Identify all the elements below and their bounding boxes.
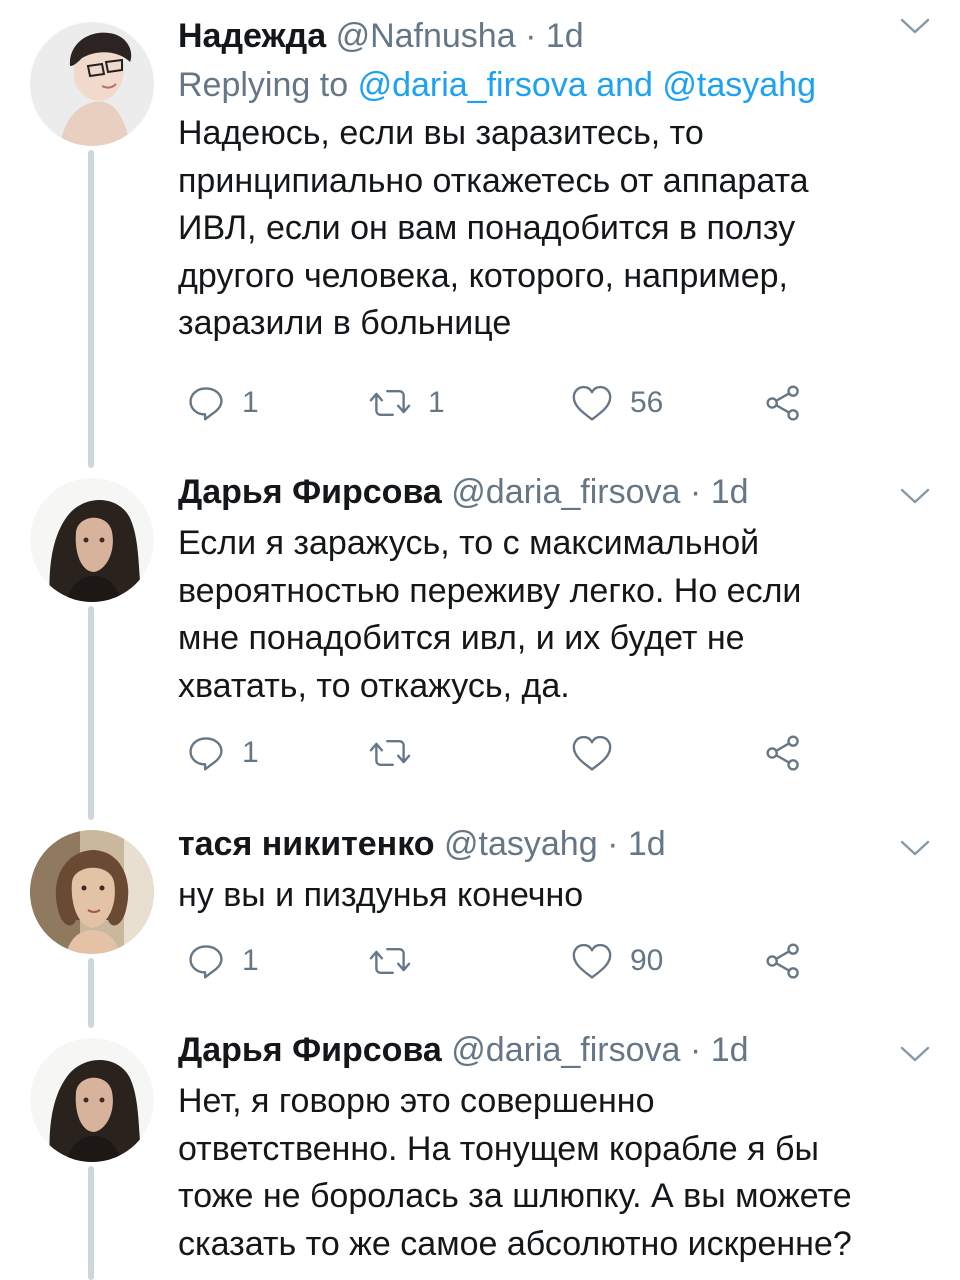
avatar-daria-firsova[interactable] <box>30 1038 154 1162</box>
share-icon <box>764 941 804 981</box>
heart-icon <box>570 383 614 423</box>
replying-and: and <box>596 66 653 104</box>
thread-line <box>88 958 94 1028</box>
separator-dot: · <box>689 1031 702 1069</box>
display-name[interactable]: Дарья Фирсова <box>178 473 442 511</box>
heart-icon <box>570 941 614 981</box>
like-count: 90 <box>630 944 664 977</box>
timestamp[interactable]: 1d <box>628 825 666 863</box>
retweet-button[interactable]: 1 <box>368 380 445 426</box>
tweet-text: Надеюсь, если вы заразитесь, то принципи… <box>178 114 809 342</box>
mention-link[interactable]: @tasyahg <box>662 66 816 104</box>
user-handle[interactable]: @daria_firsova <box>451 473 680 511</box>
heart-icon <box>570 733 614 773</box>
reply-button[interactable]: 1 <box>186 938 259 984</box>
retweet-button[interactable] <box>368 938 428 984</box>
tweet-text: ну вы и пиздунья конечно <box>178 876 584 914</box>
share-icon <box>764 383 804 423</box>
display-name[interactable]: тася никитенко <box>178 825 435 863</box>
reply-icon <box>186 941 226 981</box>
avatar-daria-firsova[interactable] <box>30 478 154 602</box>
reply-count: 1 <box>242 386 259 419</box>
thread-line <box>88 1166 94 1280</box>
reply-count: 1 <box>242 944 259 977</box>
reply-icon <box>186 733 226 773</box>
tweet-header: тася никитенко @tasyahg · 1d <box>178 818 938 870</box>
tweet-header: Дарья Фирсова @daria_firsova · 1d <box>178 466 938 518</box>
separator-dot: · <box>689 473 702 511</box>
tweet-text: Если я заражусь, то с максимальной вероя… <box>178 524 802 705</box>
like-button[interactable] <box>570 730 630 776</box>
timestamp[interactable]: 1d <box>711 1031 749 1069</box>
separator-dot: · <box>525 17 537 55</box>
tweet-thread: Надежда @Nafnusha · 1d Replying to @dari… <box>0 0 960 1280</box>
retweet-icon <box>368 383 412 423</box>
chevron-down-icon[interactable] <box>900 1042 930 1066</box>
tweet-text: Нет, я говорю это совершенно ответственн… <box>178 1082 852 1263</box>
thread-line <box>88 606 94 820</box>
chevron-down-icon[interactable] <box>900 836 930 860</box>
chevron-down-icon[interactable] <box>900 484 930 508</box>
tweet-actions: 1 1 56 <box>178 380 818 426</box>
share-icon <box>764 733 804 773</box>
share-button[interactable] <box>764 938 804 984</box>
separator-dot: · <box>607 825 619 863</box>
tweet-actions: 1 <box>178 730 818 776</box>
timestamp[interactable]: 1d <box>546 17 584 55</box>
display-name[interactable]: Дарья Фирсова <box>178 1031 442 1069</box>
tweet-header: Дарья Фирсова @daria_firsova · 1d <box>178 1024 938 1076</box>
chevron-down-icon[interactable] <box>900 14 930 38</box>
retweet-button[interactable] <box>368 730 428 776</box>
reply-button[interactable]: 1 <box>186 380 259 426</box>
like-button[interactable]: 56 <box>570 380 663 426</box>
retweet-icon <box>368 733 412 773</box>
timestamp[interactable]: 1d <box>711 473 749 511</box>
avatar-nafnusha[interactable] <box>30 22 154 146</box>
retweet-icon <box>368 941 412 981</box>
thread-line <box>88 150 94 468</box>
replying-to-label: Replying to <box>178 66 349 104</box>
user-handle[interactable]: @tasyahg <box>444 825 598 863</box>
mention-link[interactable]: @daria_firsova <box>358 66 587 104</box>
avatar-tasyahg[interactable] <box>30 830 154 954</box>
like-count: 56 <box>630 386 664 419</box>
tweet-actions: 1 90 <box>178 938 818 984</box>
tweet-header: Надежда @Nafnusha · 1d <box>178 10 938 62</box>
reply-button[interactable]: 1 <box>186 730 259 776</box>
user-handle[interactable]: @Nafnusha <box>336 17 516 55</box>
user-handle[interactable]: @daria_firsova <box>451 1031 680 1069</box>
share-button[interactable] <box>764 730 804 776</box>
share-button[interactable] <box>764 380 804 426</box>
display-name[interactable]: Надежда <box>178 17 326 55</box>
reply-icon <box>186 383 226 423</box>
like-button[interactable]: 90 <box>570 938 663 984</box>
reply-count: 1 <box>242 736 259 769</box>
replying-to: Replying to @daria_firsova and @tasyahg <box>178 62 938 108</box>
retweet-count: 1 <box>428 386 445 419</box>
